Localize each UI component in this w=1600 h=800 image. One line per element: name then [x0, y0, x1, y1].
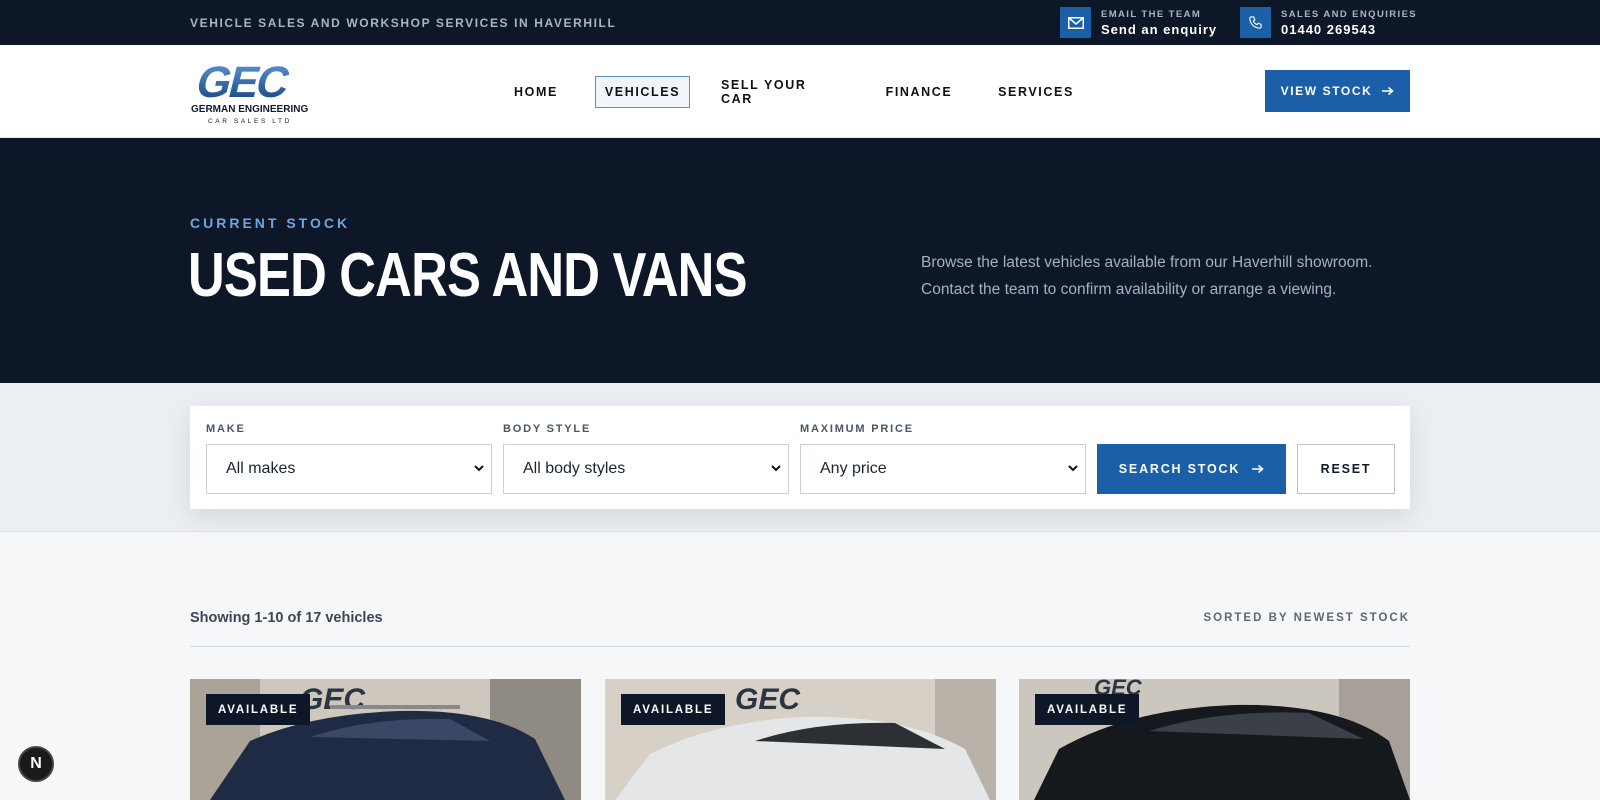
arrow-right-icon	[1382, 86, 1395, 96]
vehicle-card[interactable]: GEC AVAILABLE	[1019, 679, 1410, 800]
status-badge: AVAILABLE	[1035, 694, 1140, 725]
chevron-down-icon	[771, 465, 781, 472]
view-stock-label: VIEW STOCK	[1280, 84, 1373, 98]
make-select[interactable]: All makes	[206, 444, 492, 494]
max-price-label: MAXIMUM PRICE	[800, 423, 914, 435]
email-contact[interactable]: EMAIL THE TEAM Send an enquiry	[1060, 7, 1217, 38]
phone-icon	[1240, 7, 1271, 38]
view-stock-button[interactable]: VIEW STOCK	[1265, 70, 1410, 112]
chevron-down-icon	[474, 465, 484, 472]
svg-text:GEC: GEC	[735, 683, 801, 716]
phone-value[interactable]: 01440 269543	[1281, 22, 1417, 37]
logo-mark: GEC	[192, 59, 295, 107]
top-bar: VEHICLE SALES AND WORKSHOP SERVICES IN H…	[0, 0, 1600, 45]
floating-action-button[interactable]: N	[18, 746, 54, 782]
make-label: MAKE	[206, 423, 246, 435]
site-header: GEC GERMAN ENGINEERING CAR SALES LTD HOM…	[0, 45, 1600, 138]
status-badge: AVAILABLE	[621, 694, 726, 725]
filter-band: MAKE All makes BODY STYLE All body style…	[0, 383, 1600, 532]
hero-section: CURRENT STOCK USED CARS AND VANS Browse …	[0, 138, 1600, 383]
phone-label: SALES AND ENQUIRIES	[1281, 8, 1418, 20]
body-style-label: BODY STYLE	[503, 423, 592, 435]
nav-finance[interactable]: FINANCE	[880, 76, 958, 108]
results-divider	[190, 646, 1410, 647]
results-count: Showing 1-10 of 17 vehicles	[190, 610, 383, 626]
vehicle-card[interactable]: GEC AVAILABLE	[605, 679, 996, 800]
hero-eyebrow: CURRENT STOCK	[190, 215, 351, 231]
nav-sell-your-car[interactable]: SELL YOUR CAR	[721, 76, 843, 108]
page-title: USED CARS AND VANS	[188, 241, 747, 310]
vehicle-card[interactable]: GEC AVAILABLE	[190, 679, 581, 800]
mail-icon	[1060, 7, 1091, 38]
hero-description: Browse the latest vehicles available fro…	[921, 254, 1373, 298]
chevron-down-icon	[1068, 465, 1078, 472]
tagline: VEHICLE SALES AND WORKSHOP SERVICES IN H…	[190, 16, 617, 30]
phone-contact[interactable]: SALES AND ENQUIRIES 01440 269543	[1240, 7, 1417, 38]
arrow-right-icon	[1252, 464, 1264, 474]
reset-button[interactable]: RESET	[1297, 444, 1395, 494]
search-stock-label: SEARCH STOCK	[1118, 462, 1241, 476]
email-value[interactable]: Send an enquiry	[1101, 22, 1217, 37]
stock-filter-form: MAKE All makes BODY STYLE All body style…	[190, 406, 1410, 509]
company-logo[interactable]: GEC GERMAN ENGINEERING CAR SALES LTD	[190, 57, 322, 127]
logo-line2: CAR SALES LTD	[208, 118, 292, 125]
max-price-select[interactable]: Any price	[800, 444, 1086, 494]
search-stock-button[interactable]: SEARCH STOCK	[1097, 444, 1286, 494]
nav-vehicles[interactable]: VEHICLES	[595, 76, 690, 108]
nav-home[interactable]: HOME	[506, 76, 566, 108]
make-select-value: All makes	[226, 460, 296, 477]
nav-services[interactable]: SERVICES	[995, 76, 1077, 108]
email-label: EMAIL THE TEAM	[1101, 8, 1202, 20]
body-style-select-value: All body styles	[523, 460, 626, 477]
max-price-select-value: Any price	[820, 460, 887, 477]
status-badge: AVAILABLE	[206, 694, 311, 725]
logo-line1: GERMAN ENGINEERING	[191, 104, 308, 115]
body-style-select[interactable]: All body styles	[503, 444, 789, 494]
sort-indicator[interactable]: SORTED BY NEWEST STOCK	[1203, 612, 1410, 624]
